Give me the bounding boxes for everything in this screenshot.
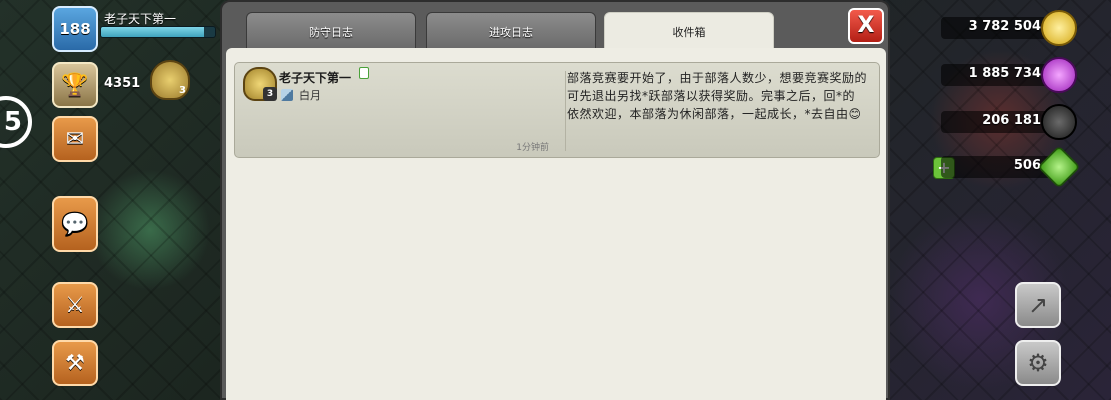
- tab-attack-log[interactable]: 进攻日志: [426, 12, 596, 50]
- share-button[interactable]: ↗: [1015, 282, 1061, 328]
- gold-icon: [1041, 10, 1077, 46]
- trophy-button[interactable]: 🏆: [52, 62, 98, 108]
- swords-icon: ⚔: [65, 292, 85, 318]
- tab-defense-log[interactable]: 防守日志: [246, 12, 416, 50]
- gear-icon: ⚙: [1027, 349, 1049, 377]
- share-icon: ↗: [1027, 291, 1049, 319]
- inbox-panel: 3 老子天下第一 白月 1分钟前 部落竞赛要开始了，由于部落人数少，想要竞赛奖励…: [226, 48, 886, 400]
- trophy-count: 4351: [104, 76, 141, 91]
- player-name: 老子天下第一: [104, 12, 177, 26]
- army-button[interactable]: ⚒: [52, 340, 98, 386]
- trophy-icon: 🏆: [61, 72, 89, 98]
- elixir-amount: 1 885 734: [941, 64, 1051, 86]
- gold-amount: 3 782 504: [941, 17, 1051, 39]
- dark-elixir-amount: 206 181: [941, 111, 1051, 133]
- settings-button[interactable]: ⚙: [1015, 340, 1061, 386]
- chat-icon: 💬: [61, 211, 89, 237]
- message-text: 部落竞赛要开始了，由于部落人数少，想要竞赛奖励的可先退出另找*跃部落以获得奖励。…: [567, 71, 868, 121]
- mail-modal: 防守日志 进攻日志 收件箱 X 3 老子天下第一 白月 1分钟前 部落竞赛要开始…: [220, 0, 890, 400]
- gems-amount: 506: [941, 156, 1051, 178]
- online-status-icon: [359, 67, 369, 79]
- modal-tabs: 防守日志 进攻日志 收件箱: [246, 12, 778, 52]
- list-item[interactable]: 3 老子天下第一 白月 1分钟前 部落竞赛要开始了，由于部落人数少，想要竞赛奖励…: [234, 62, 880, 158]
- tab-inbox[interactable]: 收件箱: [604, 12, 774, 52]
- sender-role: 白月: [299, 89, 321, 102]
- league-badge: 3: [150, 60, 190, 100]
- xp-bar-fill: [101, 27, 204, 37]
- role-icon: [281, 89, 293, 101]
- dark-elixir-icon: [1041, 104, 1077, 140]
- league-level: 3: [179, 85, 186, 96]
- chat-button[interactable]: 💬: [52, 196, 98, 252]
- sender-name[interactable]: 老子天下第一: [279, 69, 351, 86]
- player-level-badge[interactable]: 188: [52, 6, 98, 52]
- close-button[interactable]: X: [848, 8, 884, 44]
- message-time: 1分钟前: [516, 143, 549, 153]
- army-icon: ⚒: [65, 350, 85, 376]
- attack-button[interactable]: ⚔: [52, 282, 98, 328]
- elixir-icon: [1041, 57, 1077, 93]
- mail-button[interactable]: ✉: [52, 116, 98, 162]
- sender-level: 3: [263, 87, 277, 101]
- message-divider: [565, 71, 566, 151]
- mail-icon: ✉: [65, 126, 85, 152]
- xp-bar: [100, 26, 216, 38]
